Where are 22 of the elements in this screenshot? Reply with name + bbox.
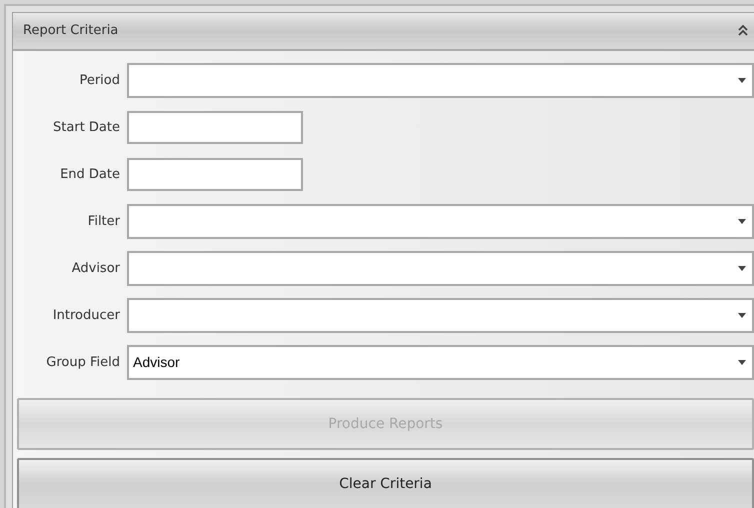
field-label: End Date	[59, 166, 121, 184]
input-field[interactable]	[127, 111, 303, 144]
field-label: Introducer	[52, 306, 121, 325]
dropdown-field[interactable]	[127, 204, 754, 239]
dropdown-arrow-icon[interactable]	[738, 78, 746, 83]
dropdown-field[interactable]: Advisor	[127, 345, 754, 380]
field-label: Filter	[86, 212, 121, 231]
input-field[interactable]	[127, 158, 303, 191]
dropdown-arrow-icon[interactable]	[738, 219, 746, 224]
dropdown-arrow-icon[interactable]	[738, 360, 746, 365]
field-label: Period	[78, 72, 121, 90]
dropdown-arrow-icon[interactable]	[738, 266, 746, 271]
dropdown-arrow-icon[interactable]	[738, 313, 746, 318]
collapse-icon[interactable]	[738, 25, 748, 37]
field-label: Start Date	[52, 118, 121, 137]
dropdown-field[interactable]	[127, 63, 754, 98]
field-label: Group Field	[45, 354, 121, 372]
dropdown-field[interactable]	[127, 251, 754, 286]
dropdown-field[interactable]	[127, 298, 754, 333]
field-label: Advisor	[70, 260, 121, 278]
panel-title: Report Criteria	[23, 22, 118, 40]
action-button[interactable]: Clear Criteria	[17, 458, 754, 508]
